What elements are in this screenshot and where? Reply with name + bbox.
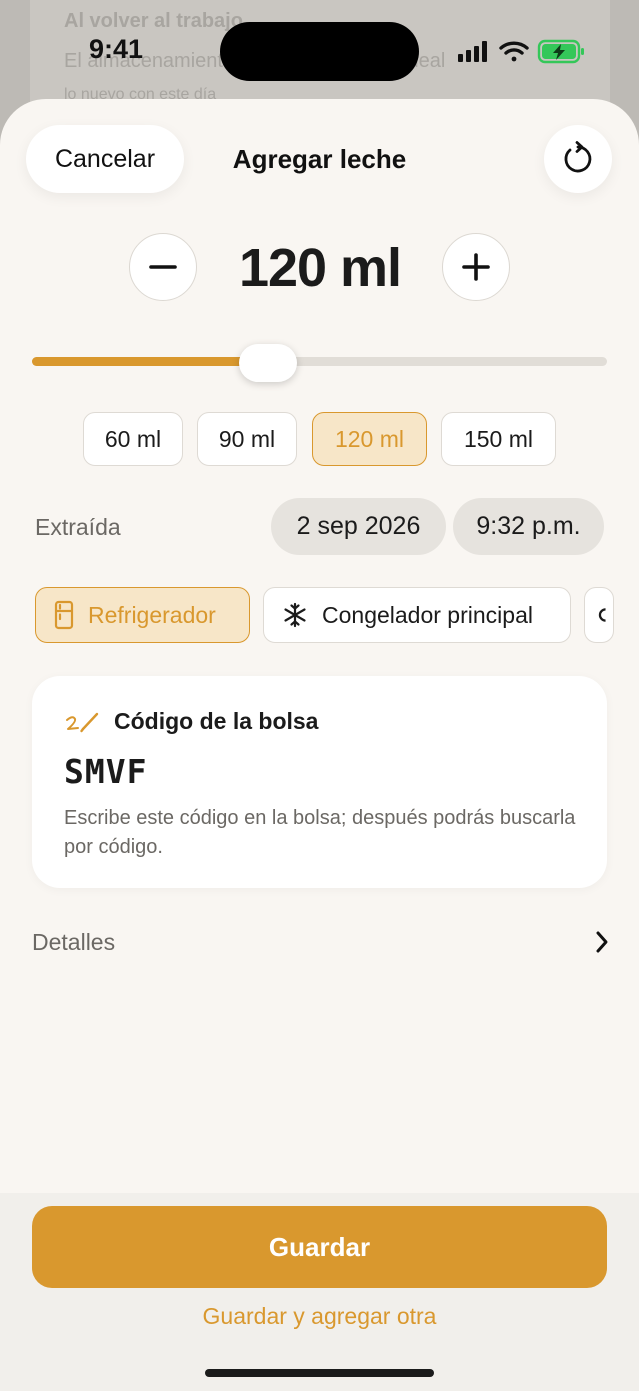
extraction-date-button[interactable]: 2 sep 2026	[271, 498, 446, 555]
reset-button[interactable]	[544, 125, 612, 193]
bottom-action-bar: Guardar Guardar y agregar otra	[0, 1193, 639, 1391]
wifi-icon	[499, 41, 529, 62]
amount-value: 120 ml	[238, 238, 402, 298]
preset-150-ml[interactable]: 150 ml	[441, 412, 556, 466]
pencil-scribble-icon	[66, 712, 99, 732]
home-indicator	[205, 1369, 434, 1377]
bag-code-card: Código de la bolsa SMVF Escribe este cód…	[32, 676, 607, 888]
status-icons	[456, 38, 586, 66]
dynamic-island	[220, 22, 419, 81]
plus-icon	[462, 253, 490, 281]
preset-120-ml[interactable]: 120 ml	[312, 412, 427, 466]
snowflake-icon	[284, 602, 306, 628]
bag-code-title: Código de la bolsa	[114, 708, 319, 734]
extraction-time-button[interactable]: 9:32 p.m.	[453, 498, 604, 555]
location-partial-icon	[598, 608, 606, 622]
slider-thumb[interactable]	[238, 344, 297, 382]
save-and-add-another-button[interactable]: Guardar y agregar otra	[0, 1303, 639, 1330]
extraction-label: Extraída	[35, 514, 121, 540]
preset-90-ml[interactable]: 90 ml	[197, 412, 297, 466]
location-main-freezer[interactable]: Congelador principal	[263, 587, 571, 643]
preset-60-ml[interactable]: 60 ml	[83, 412, 183, 466]
save-button[interactable]: Guardar	[32, 1206, 607, 1288]
location-refrigerator[interactable]: Refrigerador	[35, 587, 250, 643]
cellular-signal-icon	[458, 41, 487, 62]
refrigerator-icon	[54, 600, 74, 630]
location-label: Refrigerador	[88, 601, 216, 628]
details-label: Detalles	[32, 928, 116, 955]
minus-icon	[149, 265, 177, 269]
battery-icon	[537, 39, 584, 64]
bag-code-value: SMVF	[64, 752, 148, 791]
amount-slider[interactable]	[32, 357, 607, 366]
increase-button[interactable]	[442, 233, 510, 301]
bag-code-hint: Escribe este código en la bolsa; después…	[64, 807, 576, 858]
slider-fill	[32, 357, 268, 366]
location-next-partial[interactable]	[584, 587, 614, 643]
arrow-counterclockwise-icon	[564, 141, 592, 173]
add-milk-sheet: Cancelar Agregar leche 120 ml Extraída 2…	[0, 99, 639, 1391]
location-label: Congelador principal	[322, 601, 533, 628]
chevron-right-icon	[596, 931, 608, 953]
status-time: 9:41	[89, 34, 144, 64]
decrease-button[interactable]	[129, 233, 197, 301]
details-row[interactable]: Detalles	[32, 925, 610, 959]
